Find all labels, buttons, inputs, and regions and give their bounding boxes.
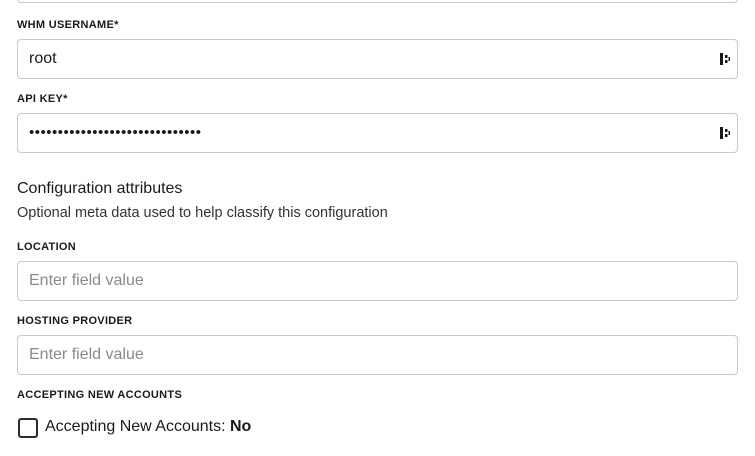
checkbox-state-value: No bbox=[230, 418, 252, 435]
hosting-provider-placeholder: Enter field value bbox=[29, 346, 144, 363]
api-key-input[interactable]: •••••••••••••••••••••••••••••• bbox=[17, 113, 738, 153]
config-section-description: Optional meta data used to help classify… bbox=[17, 205, 388, 221]
location-input[interactable]: Enter field value bbox=[17, 261, 738, 301]
checkbox-label-text: Accepting New Accounts: bbox=[45, 418, 226, 435]
location-placeholder: Enter field value bbox=[29, 272, 144, 289]
api-key-value: •••••••••••••••••••••••••••••• bbox=[29, 124, 202, 141]
accepting-new-accounts-checkbox[interactable] bbox=[18, 418, 38, 438]
api-key-label: API KEY* bbox=[17, 93, 68, 105]
whm-username-label: WHM USERNAME* bbox=[17, 19, 119, 31]
whm-username-value: root bbox=[29, 50, 57, 67]
accepting-new-accounts-label: ACCEPTING NEW ACCOUNTS bbox=[17, 389, 183, 401]
password-manager-icon[interactable] bbox=[719, 52, 731, 66]
whm-username-input[interactable]: root bbox=[17, 39, 738, 79]
hosting-provider-input[interactable]: Enter field value bbox=[17, 335, 738, 375]
previous-field-bottom-edge bbox=[17, 0, 738, 3]
hosting-provider-label: HOSTING PROVIDER bbox=[17, 315, 133, 327]
password-manager-icon[interactable] bbox=[719, 126, 731, 140]
accepting-new-accounts-checkbox-label[interactable]: Accepting New Accounts: No bbox=[45, 418, 251, 436]
location-label: LOCATION bbox=[17, 241, 77, 253]
config-section-title: Configuration attributes bbox=[17, 180, 183, 197]
